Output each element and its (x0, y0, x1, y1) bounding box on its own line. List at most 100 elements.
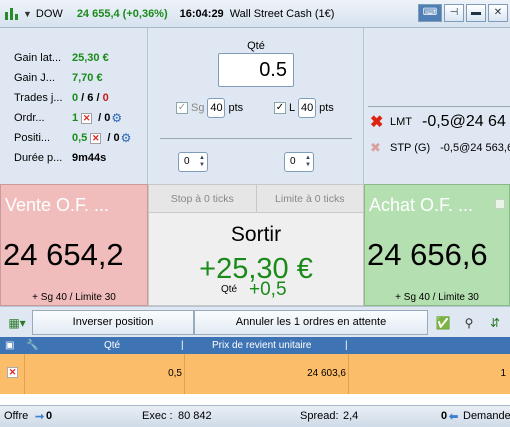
limit-label: L (289, 102, 296, 114)
orders-separator: / (95, 112, 105, 124)
stop-order-row: ✖ STP (G) -0,5@24 563,6 (370, 140, 510, 156)
link-icon[interactable]: ⚲ (458, 312, 480, 334)
left-offset-stepper[interactable]: 0 ▲ ▼ (178, 152, 208, 172)
close-row-icon[interactable]: ✕ (7, 367, 18, 378)
stepper-arrows-icon[interactable]: ▲ ▼ (305, 155, 311, 169)
positions-grid: ▣ 🔧 Qté | Prix de revient unitaire | ✕ 0… (0, 337, 510, 405)
limit-row: ✓ L 40 pts (274, 98, 334, 118)
column-separator: | (345, 340, 348, 351)
offer-arrow-icon: ➞ (35, 411, 45, 423)
divider (160, 138, 352, 139)
exec-value: 80 842 (178, 410, 212, 422)
offset-buttons: Stop à 0 ticks Limite à 0 ticks (149, 185, 363, 213)
limit-order-row: ✖ LMT -0,5@24 64 (370, 112, 506, 132)
trades-separator: / (93, 92, 103, 104)
position-qty-label: Qté (221, 284, 238, 295)
expand-icon[interactable] (495, 199, 505, 209)
quantity-input[interactable]: 0.5 (218, 53, 294, 87)
close-position-icon[interactable]: ✕ (90, 132, 102, 144)
day-gain-value: 7,70 € (72, 72, 103, 84)
stepper-arrows-icon[interactable]: ▲ ▼ (199, 155, 205, 169)
gear-icon[interactable]: ⚙ (121, 131, 132, 145)
cancel-limit-order-icon[interactable]: ✖ (370, 112, 390, 132)
orders-secondary-count: 0 (104, 112, 111, 124)
buy-title: Achat O.F. ... (369, 195, 474, 215)
limit-points-input[interactable]: 40 (298, 98, 317, 118)
layout-grid-icon[interactable]: ▦▾ (6, 312, 28, 334)
offer-label: Offre (4, 410, 29, 422)
info-label: Ordr... (14, 112, 45, 124)
wrench-icon[interactable]: 🔧 (26, 337, 38, 354)
trades-loss-count: 0 (102, 92, 109, 104)
demand-value: 0 (441, 410, 448, 422)
symbol-name[interactable]: DOW (36, 8, 63, 20)
grid-header: ▣ 🔧 Qté | Prix de revient unitaire | (0, 337, 510, 354)
stop-order-value: -0,5@24 563,6 (440, 142, 510, 154)
points-unit: pts (228, 102, 244, 114)
exit-panel: Stop à 0 ticks Limite à 0 ticks Sortir +… (148, 184, 364, 306)
column-header-qty[interactable]: Qté (104, 337, 120, 354)
column-separator: | (181, 340, 184, 351)
limit-order-type: LMT (390, 116, 412, 128)
pin-icon[interactable]: ⊣ (444, 4, 464, 22)
info-row-trades: Trades j... 0 / 6 / 0 (14, 88, 147, 108)
symbol-dropdown-icon[interactable]: ▼ (23, 9, 32, 19)
right-offset-stepper[interactable]: 0 ▲ ▼ (284, 152, 314, 172)
status-bar: Offre ➞ 0 Exec : 80 842 Spread: 2,4 0 ⬅ … (0, 405, 510, 427)
buy-button[interactable]: Achat O.F. ... 24 656,6 + Sg 40 / Limite… (364, 184, 510, 306)
exit-button[interactable]: Sortir (149, 223, 363, 247)
clock-time: 16:04:29 (179, 7, 224, 20)
quantity-label: Qté (247, 40, 265, 52)
column-header-cost[interactable]: Prix de revient unitaire (212, 337, 312, 354)
sell-title: Vente O.F. ... (5, 195, 110, 215)
trades-separator: / (78, 92, 88, 104)
row-qty: 0,5 (168, 368, 182, 379)
stepper-value: 0 (184, 156, 190, 167)
stop-ticks-button[interactable]: Stop à 0 ticks (149, 185, 256, 212)
trend-chart-icon[interactable]: ✅ (432, 312, 454, 334)
cancel-pending-orders-button[interactable]: Annuler les 1 ordres en attente (194, 310, 428, 335)
exec-label: Exec : (142, 410, 173, 422)
minimize-icon[interactable]: ▬ (466, 4, 486, 22)
sell-button[interactable]: Vente O.F. ... 24 654,2 + Sg 40 / Limite… (0, 184, 148, 306)
info-label: Positi... (14, 132, 51, 144)
limit-checkbox[interactable]: ✓ (274, 102, 286, 114)
buy-footer: + Sg 40 / Limite 30 (395, 292, 479, 303)
divider (368, 106, 510, 107)
close-icon[interactable]: ✕ (488, 4, 508, 22)
position-size: 0,5 (72, 132, 88, 144)
cancel-stop-order-icon[interactable]: ✖ (370, 140, 390, 156)
select-all-icon[interactable]: ▣ (5, 337, 14, 354)
demand-label: Demande (463, 410, 510, 422)
chart-icon (4, 6, 20, 22)
cancel-orders-icon[interactable]: ✕ (81, 112, 93, 124)
gear-icon[interactable]: ⚙ (111, 111, 122, 125)
keyboard-icon[interactable]: ⌨ (418, 4, 442, 22)
info-row-orders: Ordr... 1 ✕ / 0 ⚙ (14, 108, 147, 128)
position-qty-value: +0,5 (249, 279, 287, 300)
limit-ticks-button[interactable]: Limite à 0 ticks (255, 185, 363, 212)
reverse-position-button[interactable]: Inverser position (32, 310, 194, 335)
info-label: Gain J... (14, 72, 55, 84)
info-row-latent-gain: Gain lat... 25,30 € (14, 48, 147, 68)
export-icon[interactable]: ⇵ (484, 312, 506, 334)
duration-value: 9m44s (72, 152, 107, 164)
stepper-value: 0 (290, 156, 296, 167)
sell-footer: + Sg 40 / Limite 30 (32, 292, 116, 303)
info-row-day-gain: Gain J... 7,70 € (14, 68, 147, 88)
info-row-duration: Durée p... 9m44s (14, 148, 147, 168)
row-count: 1 (500, 368, 506, 379)
account-info-panel: Gain lat... 25,30 € Gain J... 7,70 € Tra… (0, 28, 148, 184)
stop-guard-points-input[interactable]: 40 (207, 98, 226, 118)
info-label: Trades j... (14, 92, 63, 104)
row-cost: 24 603,6 (307, 368, 346, 379)
table-row[interactable]: ✕ 0,5 24 603,6 1 (0, 354, 510, 394)
stop-guard-label: Sg (191, 102, 205, 114)
positions-separator: / (104, 132, 114, 144)
stop-guard-row: ✓ Sg 40 pts (176, 98, 243, 118)
orders-count: 1 (72, 112, 79, 124)
stop-guard-checkbox[interactable]: ✓ (176, 102, 188, 114)
stop-order-type: STP (G) (390, 142, 431, 154)
spread-label: Spread: (300, 410, 339, 422)
window-controls: ⌨ ⊣ ▬ ✕ (418, 4, 508, 22)
